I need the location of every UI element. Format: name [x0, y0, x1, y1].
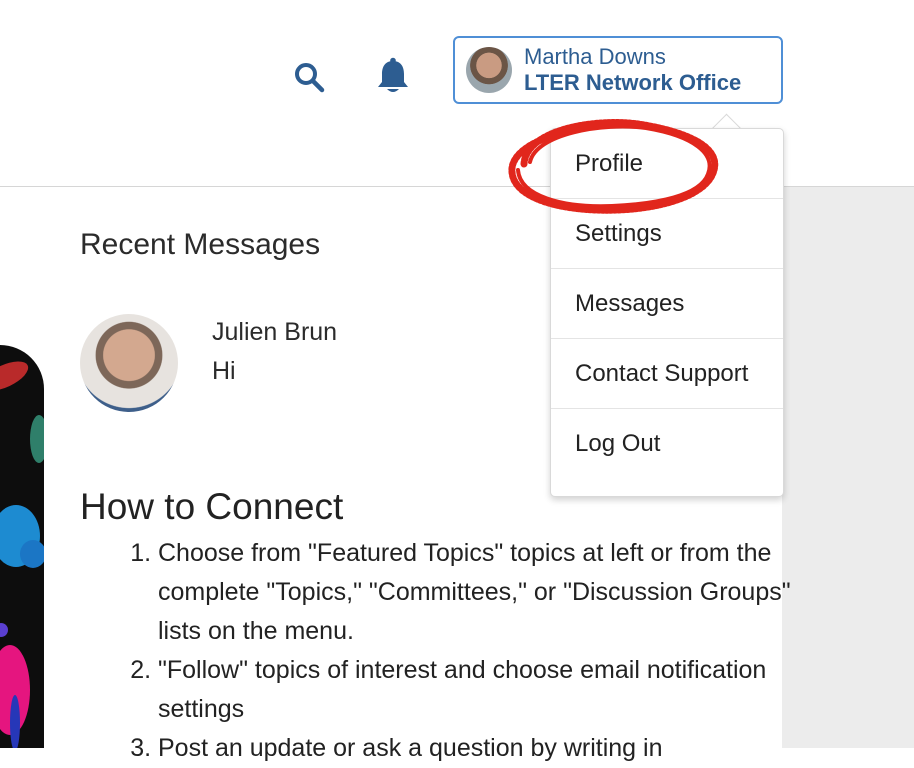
menu-item-contact-support[interactable]: Contact Support [551, 339, 783, 409]
search-button[interactable] [290, 58, 328, 96]
connect-step: "Follow" topics of interest and choose e… [158, 651, 798, 729]
recent-messages-heading: Recent Messages [80, 228, 321, 261]
user-menu-button[interactable]: Martha Downs LTER Network Office [453, 36, 783, 104]
user-name: Martha Downs [524, 43, 666, 69]
bell-icon [378, 57, 408, 92]
user-info: Martha Downs LTER Network Office [524, 44, 779, 97]
how-to-connect-heading: How to Connect [80, 486, 344, 527]
user-avatar [466, 47, 512, 93]
menu-item-profile[interactable]: Profile [551, 129, 783, 199]
menu-item-settings[interactable]: Settings [551, 199, 783, 269]
right-side-panel [782, 187, 914, 748]
user-organization: LTER Network Office [524, 70, 742, 95]
connect-steps-list: Choose from "Featured Topics" topics at … [116, 534, 798, 768]
notifications-button[interactable] [372, 55, 414, 97]
connect-step: Post an update or ask a question by writ… [158, 729, 798, 768]
message-preview-text[interactable]: Hi [212, 357, 236, 386]
menu-item-log-out[interactable]: Log Out [551, 409, 783, 479]
message-sender-avatar[interactable] [80, 314, 178, 412]
menu-item-messages[interactable]: Messages [551, 269, 783, 339]
connect-step: Choose from "Featured Topics" topics at … [158, 534, 798, 651]
side-decorative-graphic [0, 345, 44, 748]
search-icon [295, 63, 325, 93]
user-dropdown-menu: Profile Settings Messages Contact Suppor… [550, 128, 784, 497]
message-sender-name[interactable]: Julien Brun [212, 318, 337, 347]
